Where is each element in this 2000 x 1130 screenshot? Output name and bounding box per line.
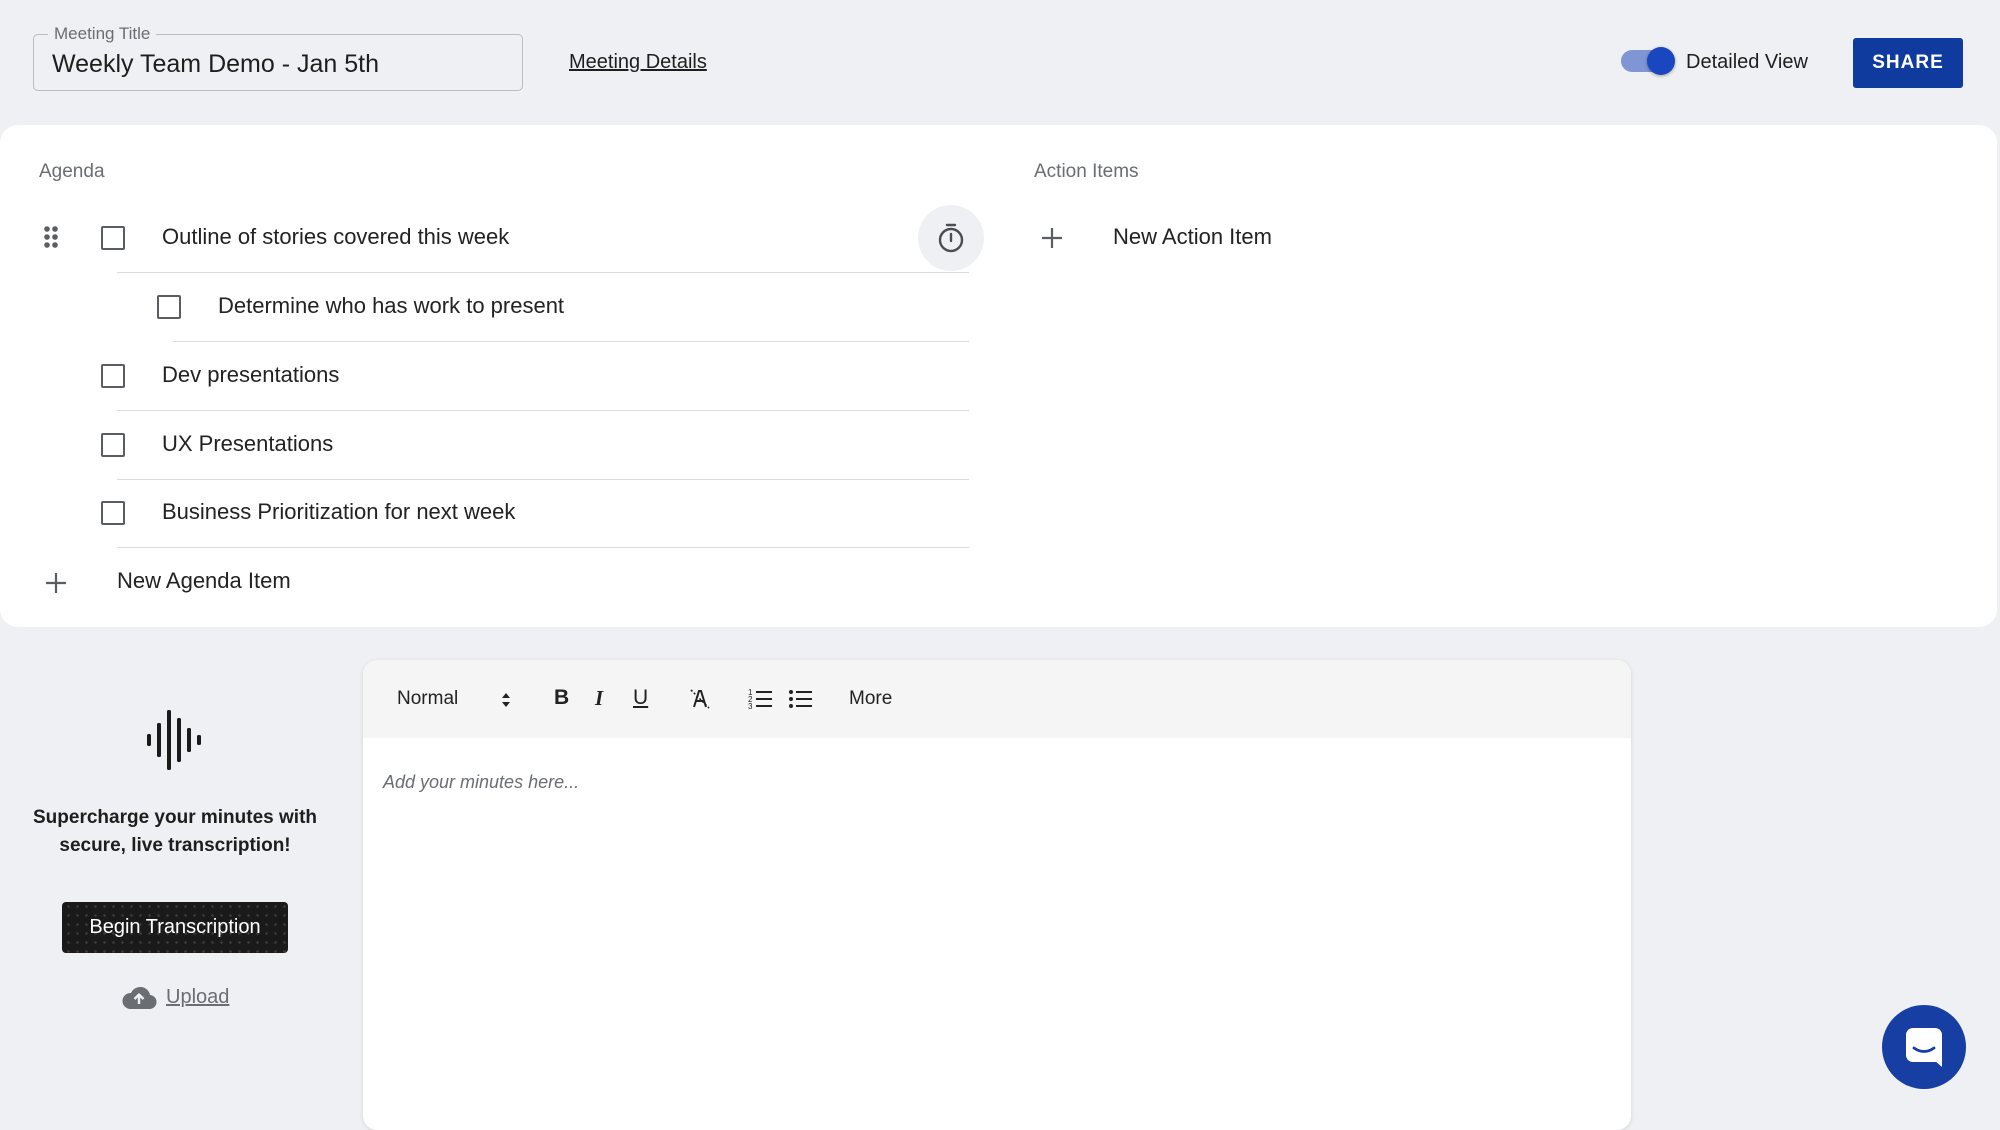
meeting-title-legend: Meeting Title <box>48 24 157 44</box>
timer-button[interactable] <box>918 205 984 271</box>
meeting-title-value[interactable]: Weekly Team Demo - Jan 5th <box>52 50 379 79</box>
row-divider <box>117 410 969 411</box>
row-divider <box>173 341 969 342</box>
minutes-editor[interactable]: Normal B I U 1 2 3 More Add your minutes… <box>363 660 1631 1130</box>
cloud-upload-icon[interactable] <box>121 984 157 1010</box>
timer-icon <box>938 223 964 253</box>
bold-icon[interactable]: B <box>554 686 569 710</box>
audio-wave-icon <box>147 710 201 770</box>
detailed-view-label: Detailed View <box>1686 51 1808 73</box>
svg-text:3: 3 <box>748 702 753 711</box>
agenda-subitem-checkbox[interactable] <box>157 295 181 319</box>
promo-line-2: secure, live transcription! <box>59 835 291 856</box>
action-items-label: Action Items <box>1034 161 1139 182</box>
chat-launcher-button[interactable] <box>1882 1005 1966 1089</box>
text-style-select[interactable]: Normal <box>397 688 458 710</box>
agenda-item-checkbox[interactable] <box>101 226 125 250</box>
new-action-item-button[interactable]: New Action Item <box>1113 224 1272 250</box>
italic-icon[interactable]: I <box>595 686 603 711</box>
agenda-item-checkbox[interactable] <box>101 364 125 388</box>
row-divider <box>117 272 969 273</box>
agenda-action-card: Agenda Outline of stories covered this w… <box>0 125 1997 627</box>
chat-icon <box>1906 1028 1942 1067</box>
more-button[interactable]: More <box>849 688 892 710</box>
clear-format-icon[interactable] <box>688 687 712 711</box>
select-arrows-icon[interactable] <box>500 691 512 709</box>
agenda-item-text[interactable]: Outline of stories covered this week <box>162 224 509 250</box>
transcription-promo: Supercharge your minutes with secure, li… <box>20 804 330 860</box>
agenda-item-checkbox[interactable] <box>101 501 125 525</box>
plus-icon[interactable] <box>44 571 68 595</box>
plus-icon[interactable] <box>1040 226 1064 250</box>
ordered-list-icon[interactable]: 1 2 3 <box>748 687 774 711</box>
agenda-subitem-text[interactable]: Determine who has work to present <box>218 293 564 319</box>
minutes-placeholder[interactable]: Add your minutes here... <box>383 772 579 793</box>
begin-transcription-button[interactable]: Begin Transcription <box>62 902 288 953</box>
toggle-knob[interactable] <box>1647 47 1675 75</box>
agenda-item-text[interactable]: UX Presentations <box>162 431 333 457</box>
agenda-item-checkbox[interactable] <box>101 433 125 457</box>
underline-icon[interactable]: U <box>633 686 648 710</box>
promo-line-1: Supercharge your minutes with <box>33 807 317 828</box>
editor-toolbar: Normal B I U 1 2 3 More <box>363 660 1631 738</box>
bullet-list-icon[interactable] <box>788 687 814 711</box>
meeting-title-field[interactable]: Meeting Title Weekly Team Demo - Jan 5th <box>33 24 523 91</box>
share-button[interactable]: SHARE <box>1853 38 1963 88</box>
meeting-details-link[interactable]: Meeting Details <box>569 51 707 74</box>
agenda-item-text[interactable]: Business Prioritization for next week <box>162 499 515 525</box>
agenda-label: Agenda <box>39 161 105 182</box>
drag-handle-icon[interactable] <box>43 225 59 249</box>
detailed-view-toggle[interactable] <box>1621 47 1675 75</box>
row-divider <box>117 479 969 480</box>
row-divider <box>117 547 969 548</box>
new-agenda-item-button[interactable]: New Agenda Item <box>117 568 291 594</box>
agenda-item-text[interactable]: Dev presentations <box>162 362 339 388</box>
upload-link[interactable]: Upload <box>166 986 229 1009</box>
